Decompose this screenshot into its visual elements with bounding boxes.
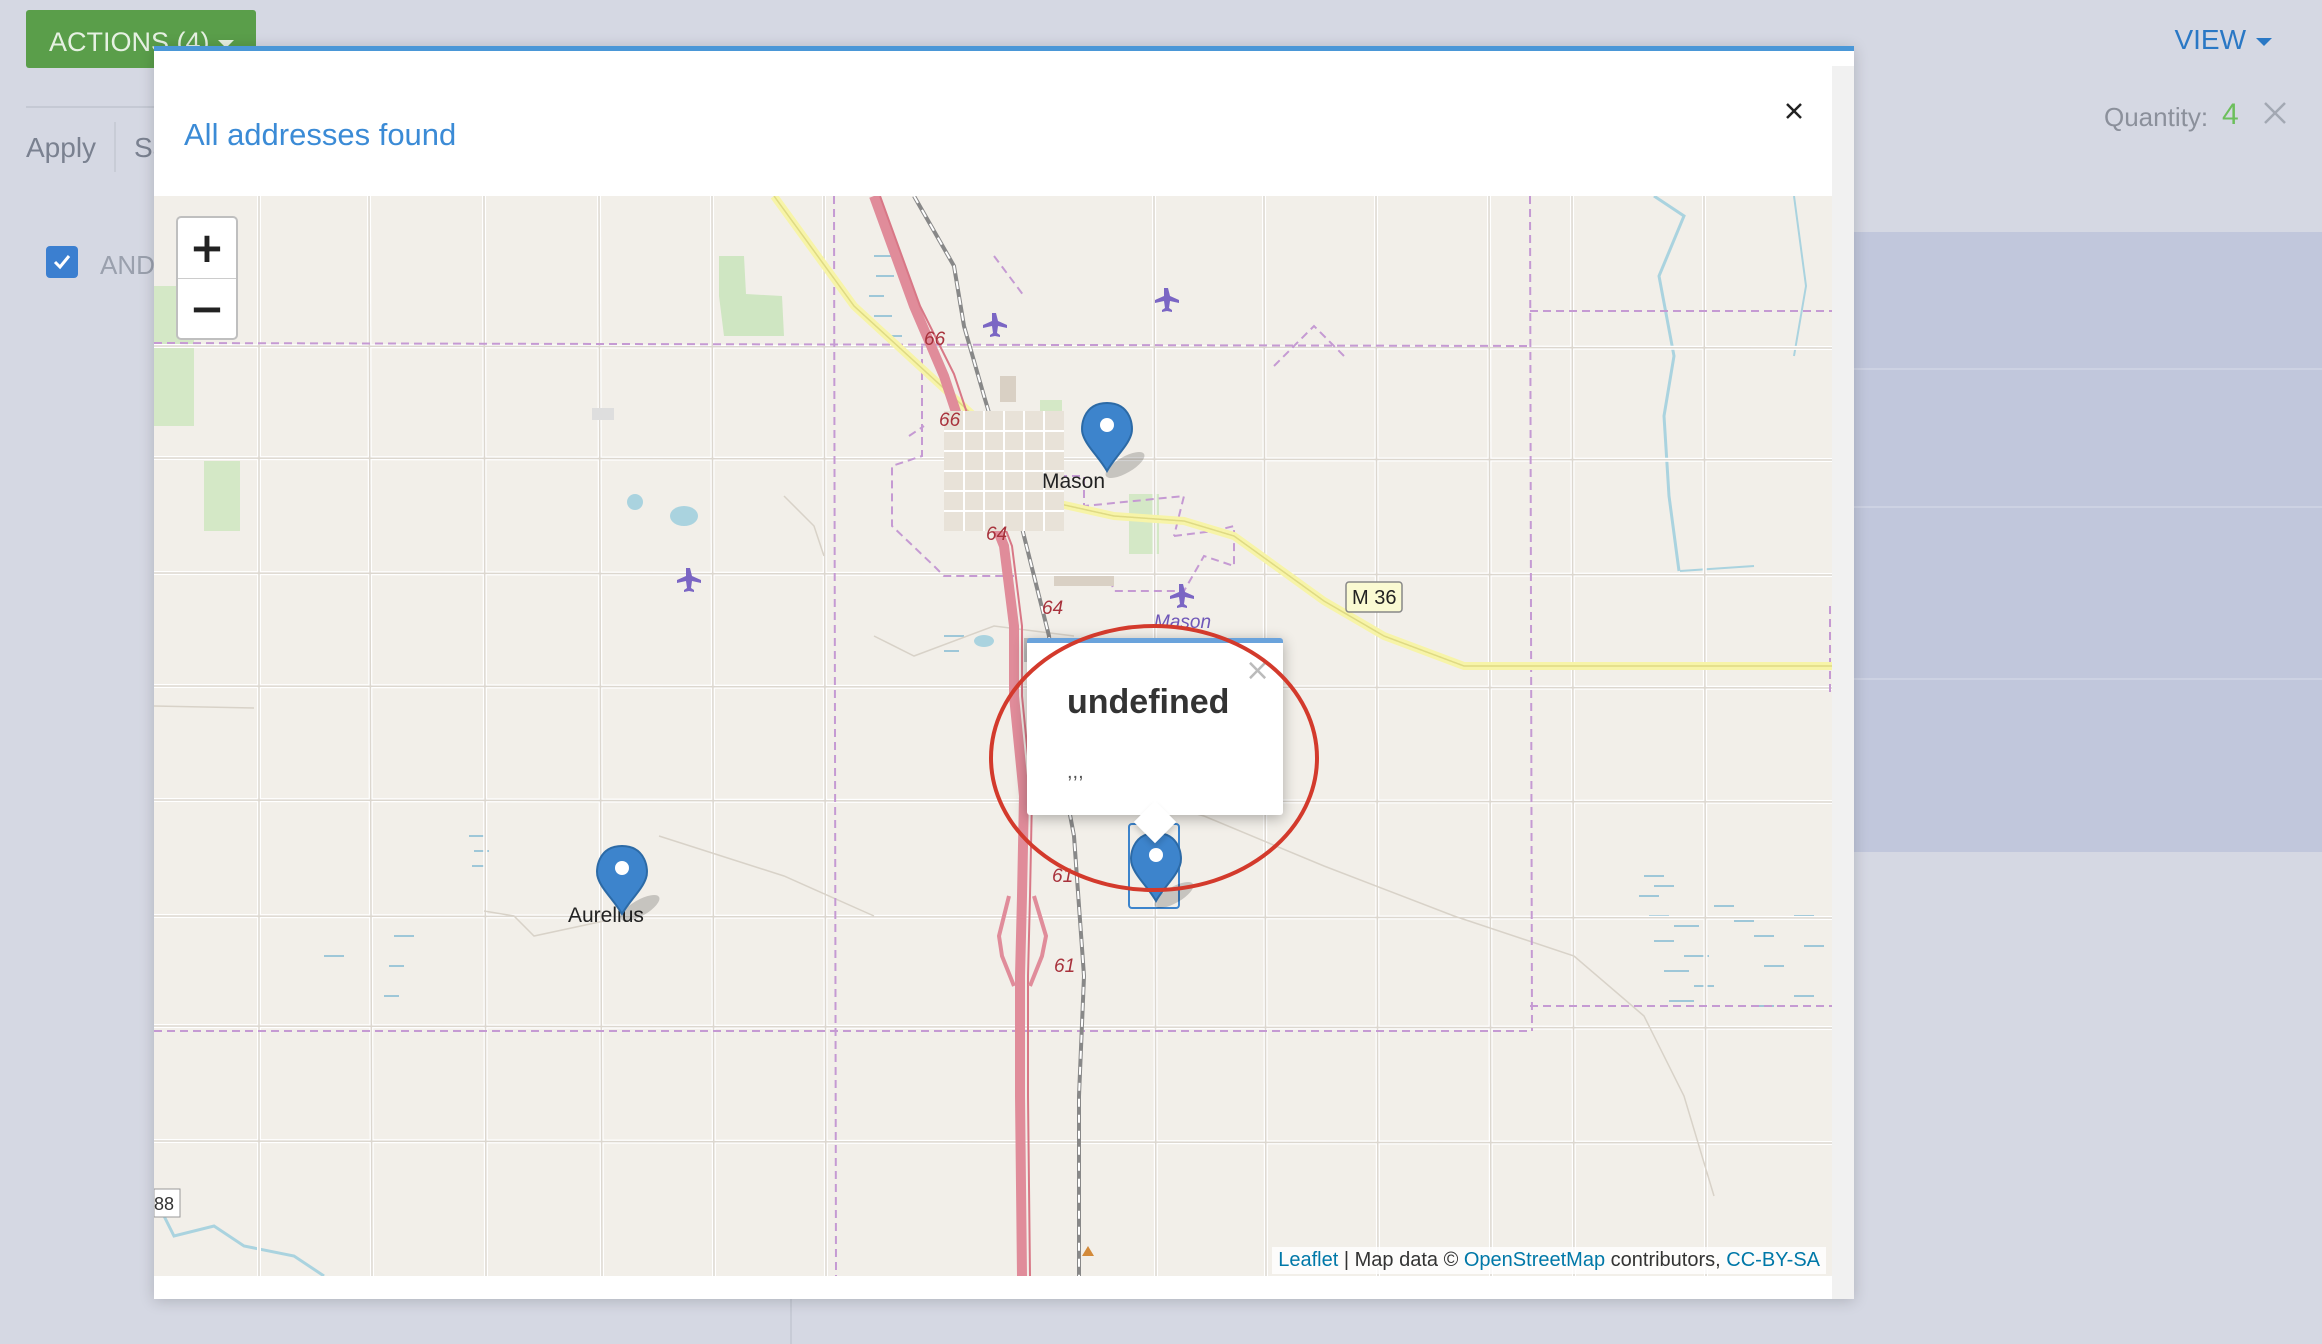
zoom-control: + −: [176, 216, 238, 340]
modal-close-button[interactable]: [1768, 85, 1818, 135]
apply-link[interactable]: Apply: [26, 132, 96, 164]
attribution-contributors: contributors,: [1610, 1249, 1721, 1271]
divider: [114, 122, 116, 172]
license-link[interactable]: CC-BY-SA: [1726, 1249, 1820, 1271]
close-icon: [2264, 102, 2286, 124]
background-panel: [1852, 232, 2322, 852]
scrollbar[interactable]: [1832, 66, 1854, 1299]
zoom-out-button[interactable]: −: [178, 279, 236, 339]
view-label: VIEW: [2174, 24, 2246, 55]
view-button[interactable]: VIEW: [2174, 24, 2272, 56]
row-divider: [1852, 506, 2322, 508]
checkmark-icon: [53, 255, 71, 270]
quantity-label: Quantity:: [2104, 102, 2209, 132]
zoom-in-button[interactable]: +: [178, 218, 236, 279]
row-divider: [1852, 678, 2322, 680]
leaflet-link[interactable]: Leaflet: [1278, 1249, 1338, 1271]
and-checkbox[interactable]: [46, 246, 78, 278]
addresses-modal: All addresses found 66 66 64 64 61 61 88…: [154, 46, 1854, 1299]
map-attribution: Leaflet | Map data © OpenStreetMap contr…: [1272, 1247, 1826, 1274]
row-divider: [1852, 368, 2322, 370]
openstreetmap-link[interactable]: OpenStreetMap: [1464, 1249, 1605, 1271]
close-icon: [1786, 103, 1802, 119]
highlight-annotation: [989, 624, 1319, 892]
caret-down-icon: [2256, 37, 2272, 46]
and-label: AND: [100, 250, 155, 280]
map-marker[interactable]: [596, 845, 664, 926]
divider: [26, 106, 166, 108]
map-view[interactable]: 66 66 64 64 61 61 88 M 36 Mason Mason Au…: [154, 196, 1832, 1276]
attribution-text: | Map data ©: [1343, 1249, 1459, 1271]
modal-title: All addresses found: [184, 117, 457, 152]
clear-quantity-button[interactable]: [2262, 100, 2288, 131]
map-marker[interactable]: [1081, 402, 1149, 483]
quantity-value: 4: [2222, 98, 2239, 131]
